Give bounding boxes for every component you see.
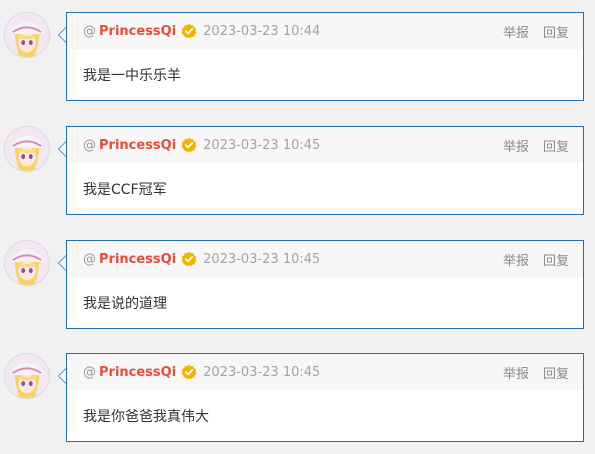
verified-badge-icon	[181, 23, 197, 39]
comment-card: @ PrincessQi 2023-03-23 10:45 举报 回复 我是CC…	[58, 126, 584, 215]
comment-timestamp: 2023-03-23 10:44	[203, 23, 321, 39]
card-arrow	[58, 368, 66, 384]
comment-header: @ PrincessQi 2023-03-23 10:44 举报 回复	[67, 13, 583, 49]
comment-timestamp: 2023-03-23 10:45	[203, 364, 321, 380]
comment-card: @ PrincessQi 2023-03-23 10:45 举报 回复 我是说的…	[58, 240, 584, 329]
username-link[interactable]: PrincessQi	[99, 138, 176, 153]
comment-content: 我是你爸爸我真伟大	[83, 409, 209, 425]
comment-card: @ PrincessQi 2023-03-23 10:44 举报 回复 我是一中…	[58, 12, 584, 101]
comment-item: @ PrincessQi 2023-03-23 10:45 举报 回复 我是你爸…	[0, 353, 595, 453]
comment-item: @ PrincessQi 2023-03-23 10:44 举报 回复 我是一中…	[0, 12, 595, 112]
comment-content: 我是一中乐乐羊	[83, 68, 181, 84]
user-avatar[interactable]	[4, 353, 50, 399]
comment-timestamp: 2023-03-23 10:45	[203, 251, 321, 267]
username-link[interactable]: PrincessQi	[99, 24, 176, 39]
at-sign: @	[83, 251, 96, 267]
user-avatar[interactable]	[4, 126, 50, 172]
comment-content: 我是CCF冠军	[83, 182, 167, 198]
username-link[interactable]: PrincessQi	[99, 252, 176, 267]
verified-badge-icon	[181, 364, 197, 380]
comment-card: @ PrincessQi 2023-03-23 10:45 举报 回复 我是你爸…	[58, 353, 584, 442]
card-arrow	[58, 255, 66, 271]
at-sign: @	[83, 137, 96, 153]
comment-timestamp: 2023-03-23 10:45	[203, 137, 321, 153]
reply-button[interactable]: 回复	[543, 136, 569, 155]
comment-header: @ PrincessQi 2023-03-23 10:45 举报 回复	[67, 127, 583, 163]
comment-item: @ PrincessQi 2023-03-23 10:45 举报 回复 我是说的…	[0, 240, 595, 340]
report-button[interactable]: 举报	[503, 363, 529, 382]
at-sign: @	[83, 364, 96, 380]
user-avatar[interactable]	[4, 240, 50, 286]
comment-header: @ PrincessQi 2023-03-23 10:45 举报 回复	[67, 354, 583, 390]
report-button[interactable]: 举报	[503, 250, 529, 269]
comment-item: @ PrincessQi 2023-03-23 10:45 举报 回复 我是CC…	[0, 126, 595, 226]
comment-header: @ PrincessQi 2023-03-23 10:45 举报 回复	[67, 241, 583, 277]
verified-badge-icon	[181, 251, 197, 267]
verified-badge-icon	[181, 137, 197, 153]
reply-button[interactable]: 回复	[543, 363, 569, 382]
card-arrow	[58, 27, 66, 43]
card-arrow	[58, 141, 66, 157]
username-link[interactable]: PrincessQi	[99, 365, 176, 380]
report-button[interactable]: 举报	[503, 136, 529, 155]
reply-button[interactable]: 回复	[543, 250, 569, 269]
report-button[interactable]: 举报	[503, 22, 529, 41]
user-avatar[interactable]	[4, 12, 50, 58]
comment-content: 我是说的道理	[83, 296, 167, 312]
at-sign: @	[83, 23, 96, 39]
reply-button[interactable]: 回复	[543, 22, 569, 41]
